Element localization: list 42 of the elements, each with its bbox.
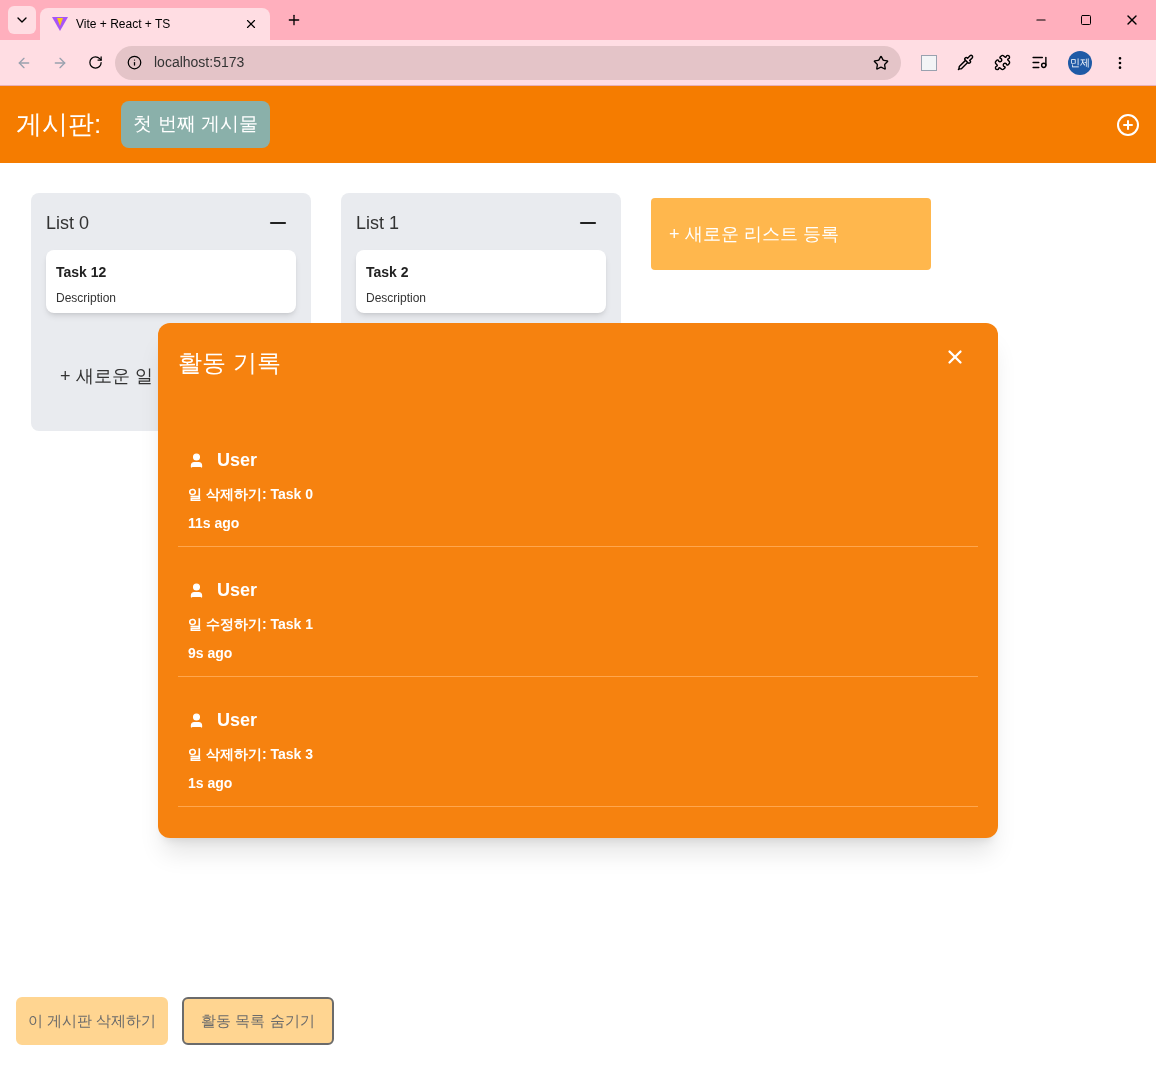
add-board-icon[interactable]	[1116, 112, 1140, 137]
board-label: 게시판:	[16, 108, 102, 141]
extensions-icon[interactable]	[994, 54, 1011, 71]
user-name: User	[217, 449, 258, 472]
task-card[interactable]: Task 12 Description	[46, 250, 296, 313]
info-icon	[127, 55, 142, 70]
bookmark-star-icon	[873, 54, 889, 71]
activity-action: 일 수정하기: Task 1	[188, 615, 314, 634]
user-icon	[188, 452, 205, 469]
action-button[interactable]: 활동 목록 숨기기	[182, 997, 334, 1045]
list-title: List 1	[356, 211, 400, 235]
task-title: Task 2	[366, 263, 410, 282]
tab-search-button[interactable]	[8, 6, 36, 34]
new-tab-icon[interactable]	[286, 12, 302, 28]
media-icon[interactable]	[1031, 54, 1048, 71]
url-text: localhost:5173	[154, 53, 246, 72]
reload-icon[interactable]	[88, 55, 103, 70]
activity-time: 1s ago	[188, 774, 234, 793]
activity-time: 9s ago	[188, 644, 234, 663]
tab-title: Vite + React + TS	[76, 16, 172, 33]
user-name: User	[217, 709, 258, 732]
triangle-logo-icon	[52, 17, 68, 31]
user-icon	[188, 712, 205, 729]
modal-title: 활동 기록	[178, 348, 281, 378]
activity-action: 일 삭제하기: Task 3	[188, 745, 314, 764]
close-icon	[244, 17, 258, 31]
browser-tab[interactable]: Vite + React + TS	[40, 8, 270, 40]
address-bar[interactable]: localhost:5173	[115, 45, 901, 80]
task-card[interactable]: Task 2 Description	[356, 250, 606, 313]
user-icon	[188, 582, 205, 599]
action-button[interactable]: 이 게시판 삭제하기	[16, 997, 168, 1045]
activity-time: 11s ago	[188, 514, 241, 533]
profile-avatar[interactable]: 민제	[1068, 50, 1092, 75]
task-description: Description	[366, 290, 428, 307]
maximize-icon[interactable]	[1080, 14, 1092, 26]
list-title: List 0	[46, 211, 90, 235]
eyedropper-icon[interactable]	[957, 54, 974, 71]
add-task-button[interactable]: + 새로운 일	[60, 363, 153, 390]
activity-action: 일 삭제하기: Task 0	[188, 485, 314, 504]
user-name: User	[217, 579, 258, 602]
task-description: Description	[56, 290, 118, 307]
task-title: Task 12	[56, 263, 108, 282]
